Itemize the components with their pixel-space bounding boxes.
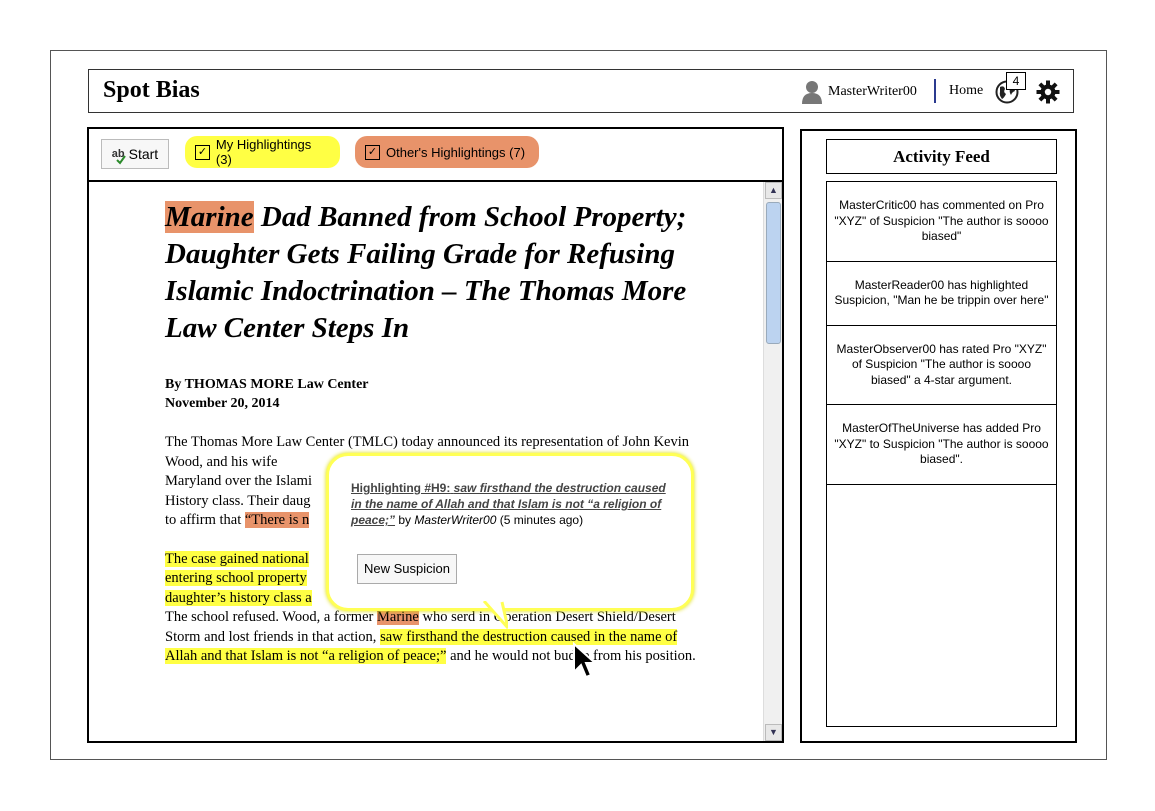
start-button[interactable]: ab Start	[101, 139, 169, 169]
header-divider	[934, 79, 936, 103]
highlight-others[interactable]: “There is n	[244, 512, 310, 528]
activity-feed-list: MasterCritic00 has commented on Pro "XYZ…	[826, 181, 1057, 727]
popup-author[interactable]: MasterWriter00	[414, 513, 496, 527]
my-highlightings-label: My Highlightings (3)	[215, 137, 312, 167]
scroll-thumb[interactable]	[766, 202, 781, 344]
home-link[interactable]: Home	[949, 83, 983, 99]
vertical-scrollbar[interactable]: ▲ ▼	[763, 182, 782, 741]
others-highlightings-toggle[interactable]: ✓ Other's Highlightings (7)	[355, 136, 539, 168]
highlight-popup: Highlighting #H9: saw firsthand the dest…	[326, 453, 694, 611]
activity-sidebar: Activity Feed MasterCritic00 has comment…	[800, 129, 1077, 743]
notification-badge[interactable]: 4	[1006, 72, 1026, 90]
new-suspicion-button[interactable]: New Suspicion	[357, 554, 457, 584]
others-highlightings-label: Other's Highlightings (7)	[386, 144, 526, 160]
scroll-down-icon[interactable]: ▼	[765, 724, 782, 741]
popup-text: Highlighting #H9: saw firsthand the dest…	[351, 481, 666, 527]
article-body: Marine Dad Banned from School Property; …	[165, 199, 710, 686]
username[interactable]: MasterWriter00	[828, 84, 917, 100]
mouse-cursor-icon	[573, 642, 598, 679]
start-label: Start	[128, 146, 159, 162]
app-logo[interactable]: Spot Bias	[103, 77, 200, 104]
highlight-mine[interactable]: daughter’s history class a	[165, 589, 312, 606]
checkbox-icon[interactable]: ✓	[195, 144, 210, 160]
my-highlightings-toggle[interactable]: ✓ My Highlightings (3)	[185, 136, 340, 168]
article-date: November 20, 2014	[165, 396, 280, 411]
user-avatar-icon	[802, 81, 822, 104]
article-byline: By THOMAS MORE Law Center November 20, 2…	[165, 375, 710, 413]
highlight-others[interactable]: Marine	[165, 201, 254, 233]
feed-item[interactable]: MasterCritic00 has commented on Pro "XYZ…	[827, 182, 1056, 262]
feed-item[interactable]: MasterOfTheUniverse has added Pro "XYZ" …	[827, 405, 1056, 485]
scroll-up-icon[interactable]: ▲	[765, 182, 782, 199]
top-bar: Spot Bias MasterWriter00 Home 4	[88, 69, 1074, 113]
highlight-mine[interactable]: entering school property	[165, 570, 307, 586]
feed-item[interactable]: MasterReader00 has highlighted Suspicion…	[827, 262, 1056, 326]
highlight-mine[interactable]: The case gained national	[165, 550, 309, 567]
spellcheck-icon: ab	[112, 148, 126, 165]
checkbox-icon[interactable]: ✓	[365, 144, 380, 160]
article-headline: Marine Dad Banned from School Property; …	[165, 201, 687, 344]
highlight-others[interactable]: Marine	[376, 609, 419, 625]
user-menu[interactable]: MasterWriter00	[801, 80, 917, 104]
activity-feed-title: Activity Feed	[826, 139, 1057, 174]
popup-tail	[482, 601, 508, 629]
gear-icon[interactable]	[1036, 80, 1060, 104]
highlight-toolbar: ab Start ✓ My Highlightings (3) ✓ Other'…	[89, 129, 782, 182]
article-panel: ab Start ✓ My Highlightings (3) ✓ Other'…	[87, 127, 784, 743]
feed-item[interactable]: MasterObserver00 has rated Pro "XYZ" of …	[827, 326, 1056, 405]
